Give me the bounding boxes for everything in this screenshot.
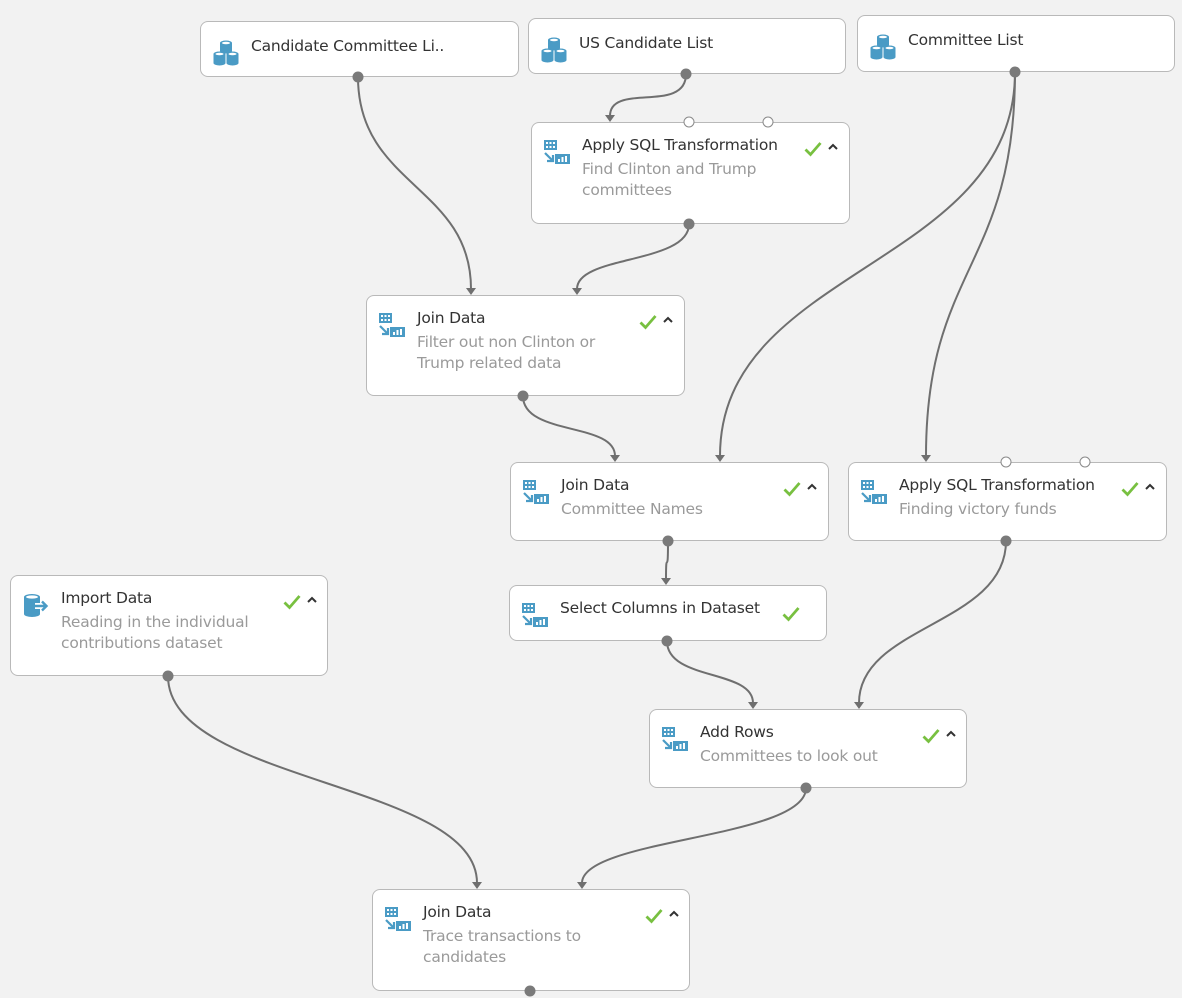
connection-arrowhead [466, 288, 476, 295]
node-title: Join Data [417, 309, 486, 327]
output-port-join-data-1[interactable] [517, 390, 529, 402]
node-description: Finding victory funds [899, 500, 1057, 518]
node-description: Filter out non Clinton or Trump related … [417, 333, 596, 372]
connection-apply-sql-1-to-join-data-1[interactable] [576, 223, 690, 290]
node-apply-sql-transformation-2[interactable]: Apply SQL Transformation Finding victory… [848, 462, 1167, 541]
node-description: Committee Names [561, 500, 703, 518]
node-join-data-committee-names[interactable]: Join Data Committee Names [510, 462, 829, 541]
node-title: Join Data [561, 476, 630, 494]
node-select-columns-in-dataset[interactable]: Select Columns in Dataset [509, 585, 827, 641]
connection-select-columns-to-add-rows[interactable] [666, 640, 754, 704]
checkmark-icon [645, 909, 663, 924]
experiment-canvas[interactable]: Candidate Committee Li.. US Candidate Li… [0, 0, 1182, 998]
output-port-apply-sql-1[interactable] [683, 218, 695, 230]
chevron-up-icon[interactable] [827, 141, 839, 153]
checkmark-icon [922, 729, 940, 744]
input-port-apply-sql-1-2[interactable] [683, 116, 695, 128]
node-description: Trace transactions to candidates [423, 927, 581, 966]
checkmark-icon [1121, 482, 1139, 497]
output-port-join-data-3[interactable] [524, 985, 536, 997]
connection-arrowhead [472, 882, 482, 889]
connection-arrowhead [921, 455, 931, 462]
checkmark-icon [639, 315, 657, 330]
connection-arrowhead [605, 115, 615, 122]
node-candidate-committee-list[interactable]: Candidate Committee Li.. [200, 21, 519, 77]
node-title: US Candidate List [579, 34, 713, 52]
connection-import-data-to-join-data-3[interactable] [167, 675, 478, 884]
node-title: Import Data [61, 589, 153, 607]
input-port-apply-sql-1-3[interactable] [762, 116, 774, 128]
node-committee-list[interactable]: Committee List [857, 15, 1175, 72]
transform-module-icon [861, 480, 887, 504]
connection-join-data-2-to-select-columns[interactable] [665, 540, 669, 580]
output-port-us-candidate-list[interactable] [680, 68, 692, 80]
connection-arrowhead [577, 882, 587, 889]
input-port-apply-sql-2-3[interactable] [1079, 456, 1091, 468]
chevron-up-icon[interactable] [306, 594, 318, 606]
node-title: Select Columns in Dataset [560, 599, 760, 617]
chevron-up-icon[interactable] [945, 728, 957, 740]
checkmark-icon [783, 482, 801, 497]
transform-module-icon [544, 140, 570, 164]
connection-committee-list-to-apply-sql-2[interactable] [925, 71, 1016, 457]
output-port-candidate-committee-list[interactable] [352, 71, 364, 83]
node-apply-sql-transformation-1[interactable]: Apply SQL Transformation Find Clinton an… [531, 122, 850, 224]
connection-add-rows-to-join-data-3[interactable] [581, 787, 807, 884]
node-join-data-filter[interactable]: Join Data Filter out non Clinton or Trum… [366, 295, 685, 396]
output-port-select-columns[interactable] [661, 635, 673, 647]
output-port-add-rows[interactable] [800, 782, 812, 794]
input-port-apply-sql-2-2[interactable] [1000, 456, 1012, 468]
connection-arrowhead [572, 288, 582, 295]
transform-module-icon [385, 907, 411, 931]
output-port-committee-list[interactable] [1009, 66, 1021, 78]
node-description: Reading in the individual contributions … [61, 613, 249, 652]
node-us-candidate-list[interactable]: US Candidate List [528, 18, 846, 74]
connection-arrowhead [748, 702, 758, 709]
transform-module-icon [522, 603, 548, 627]
connection-join-data-1-to-join-data-2[interactable] [522, 395, 616, 457]
node-title: Apply SQL Transformation [899, 476, 1095, 494]
chevron-up-icon[interactable] [806, 481, 818, 493]
node-description: Find Clinton and Trump committees [582, 160, 757, 199]
checkmark-icon [804, 142, 822, 157]
connection-arrowhead [854, 702, 864, 709]
connection-arrowhead [661, 578, 671, 585]
checkmark-icon [782, 607, 800, 622]
connection-apply-sql-2-to-add-rows[interactable] [858, 540, 1007, 704]
node-title: Committee List [908, 31, 1024, 49]
node-title: Candidate Committee Li.. [251, 37, 445, 55]
chevron-up-icon[interactable] [662, 314, 674, 326]
chevron-up-icon[interactable] [668, 908, 680, 920]
connection-candidate-committee-list-to-join-data-1[interactable] [357, 76, 472, 290]
output-port-import-data[interactable] [162, 670, 174, 682]
transform-module-icon [379, 313, 405, 337]
connection-arrowhead [715, 455, 725, 462]
node-title: Add Rows [700, 723, 774, 741]
node-add-rows[interactable]: Add Rows Committees to look out [649, 709, 967, 788]
node-description: Committees to look out [700, 747, 878, 765]
output-port-join-data-2[interactable] [662, 535, 674, 547]
dataset-icon [870, 34, 896, 60]
dataset-icon [541, 37, 567, 63]
import-data-icon [24, 594, 49, 617]
node-title: Apply SQL Transformation [582, 136, 778, 154]
connection-us-candidate-list-to-apply-sql-1[interactable] [609, 73, 687, 117]
node-join-data-trace-transactions[interactable]: Join Data Trace transactions to candidat… [372, 889, 690, 991]
connection-arrowhead [610, 455, 620, 462]
chevron-up-icon[interactable] [1144, 481, 1156, 493]
transform-module-icon [662, 727, 688, 751]
transform-module-icon [523, 480, 549, 504]
dataset-icon [213, 40, 239, 66]
node-import-data[interactable]: Import Data Reading in the individual co… [10, 575, 328, 676]
output-port-apply-sql-2[interactable] [1000, 535, 1012, 547]
checkmark-icon [283, 595, 301, 610]
node-title: Join Data [423, 903, 492, 921]
